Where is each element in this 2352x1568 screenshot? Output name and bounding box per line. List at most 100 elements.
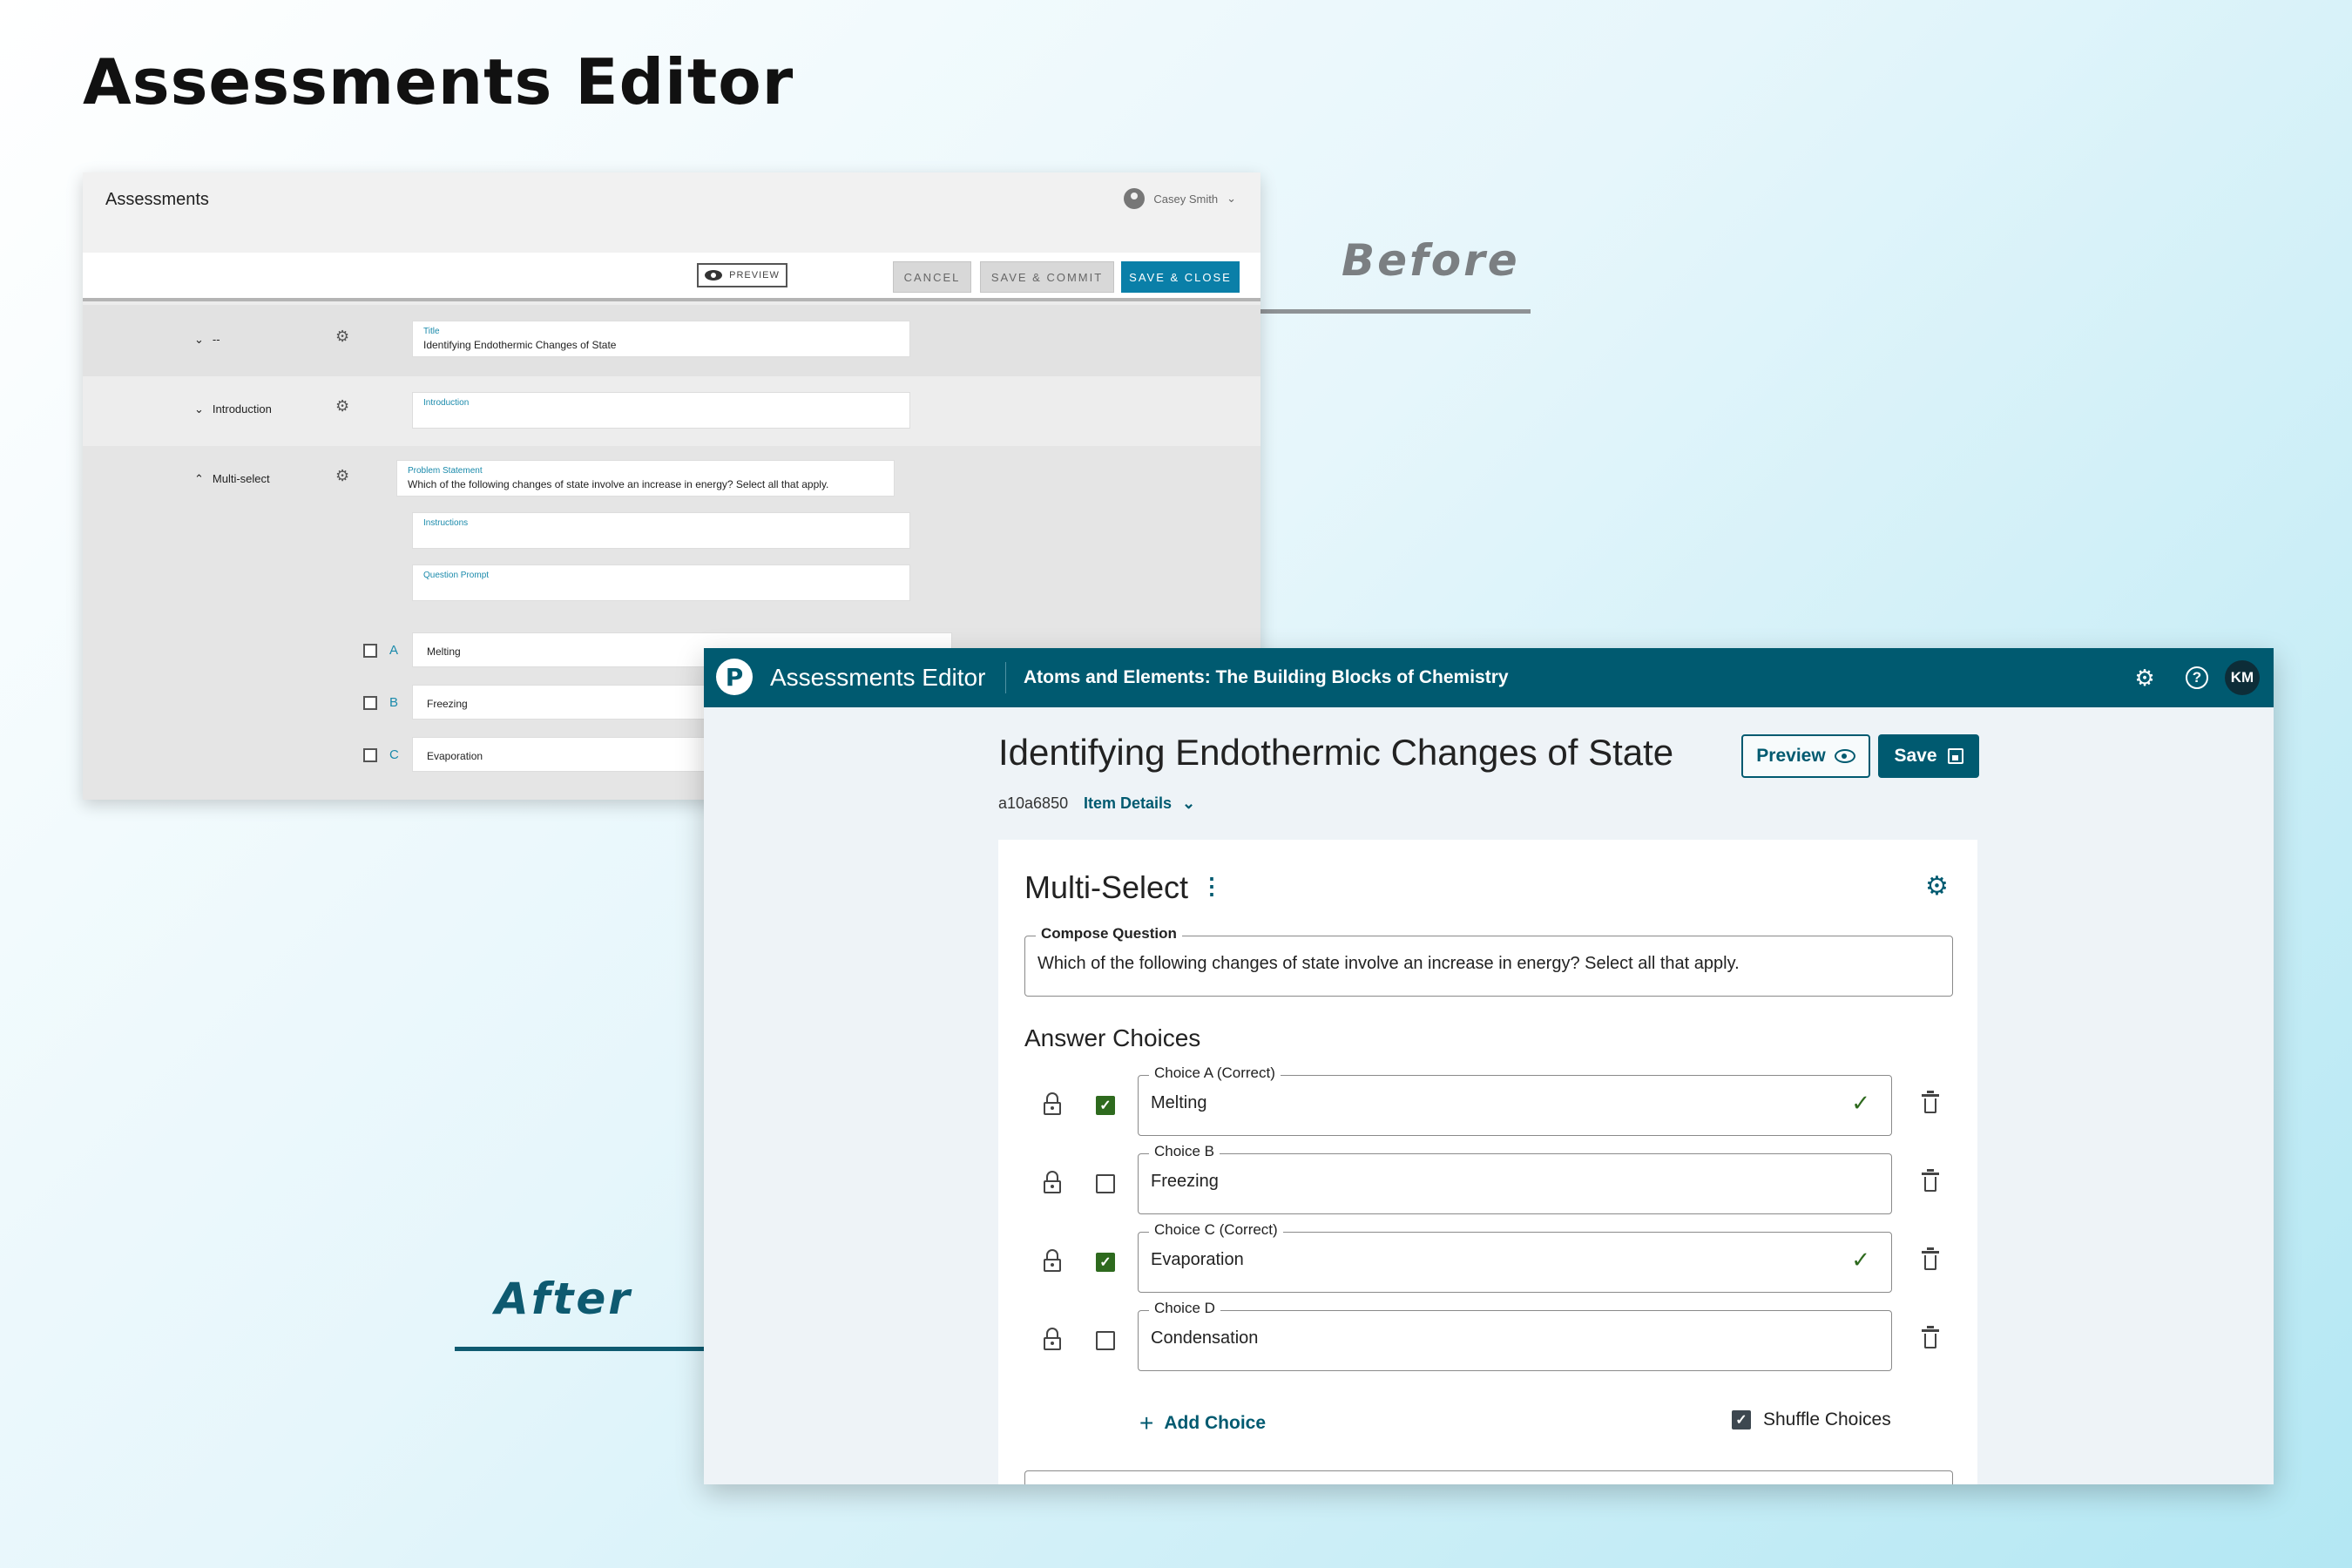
save-icon: [1947, 748, 1963, 764]
save-commit-button[interactable]: SAVE & COMMIT: [980, 261, 1114, 293]
preview-button[interactable]: Preview: [1741, 734, 1870, 778]
lock-icon[interactable]: [1044, 1171, 1061, 1193]
section-label: --: [212, 333, 220, 346]
choice-letter: C: [389, 747, 399, 762]
gear-icon[interactable]: ⚙: [335, 397, 349, 416]
item-details-label: Item Details: [1084, 794, 1173, 812]
lock-icon[interactable]: [1044, 1328, 1061, 1350]
top-nav: P Assessments Editor Atoms and Elements:…: [704, 648, 2274, 707]
item-title: Identifying Endothermic Changes of State: [998, 732, 1674, 773]
help-icon[interactable]: ?: [2181, 662, 2213, 693]
after-window: P Assessments Editor Atoms and Elements:…: [704, 648, 2274, 1484]
question-settings-gear-icon[interactable]: ⚙: [1925, 871, 1949, 902]
section-toggle-introduction[interactable]: ⌄ Introduction: [194, 402, 272, 416]
field-label: Instructions: [423, 518, 469, 528]
choice-a-row: A: [363, 643, 398, 658]
section-label: Multi-select: [212, 472, 270, 485]
trash-icon[interactable]: [1922, 1169, 1939, 1193]
field-value: Melting: [1151, 1093, 1207, 1112]
plus-icon: +: [1139, 1409, 1154, 1436]
before-app-title: Assessments: [105, 190, 209, 209]
correct-checkbox[interactable]: ✓: [1096, 1253, 1115, 1272]
problem-statement-field[interactable]: Problem Statement Which of the following…: [396, 460, 895, 497]
save-close-button[interactable]: SAVE & CLOSE: [1121, 261, 1240, 293]
course-title: Atoms and Elements: The Building Blocks …: [1024, 667, 1509, 687]
more-options-icon[interactable]: ⋮: [1200, 875, 1223, 897]
instructions-field[interactable]: Instructions: [412, 512, 910, 549]
correct-checkbox[interactable]: [1096, 1174, 1115, 1193]
field-label: Choice C (Correct): [1149, 1221, 1283, 1239]
choice-row-c: ✓ Choice C (Correct) Evaporation ✓: [998, 1221, 1977, 1293]
user-menu[interactable]: Casey Smith ⌄: [1124, 188, 1236, 209]
introduction-field[interactable]: Introduction: [412, 392, 910, 429]
user-name: Casey Smith: [1153, 192, 1219, 206]
chevron-down-icon: ⌄: [1227, 192, 1236, 205]
shuffle-checkbox[interactable]: ✓: [1732, 1410, 1751, 1429]
choice-c-row: C: [363, 747, 399, 762]
correct-checkbox[interactable]: ✓: [1096, 1096, 1115, 1115]
before-preview-button[interactable]: PREVIEW: [697, 263, 787, 287]
title-field[interactable]: Title Identifying Endothermic Changes of…: [412, 321, 910, 357]
chevron-down-icon: ⌄: [194, 402, 204, 416]
field-value: Condensation: [1151, 1328, 1259, 1348]
settings-gear-icon[interactable]: ⚙: [2129, 662, 2160, 693]
checkbox[interactable]: [363, 695, 377, 710]
before-tag: Before: [1342, 235, 1520, 286]
question-prompt-field[interactable]: Question Prompt: [412, 564, 910, 601]
field-label: Choice D: [1149, 1300, 1220, 1317]
section-toggle-title[interactable]: ⌄ --: [194, 333, 220, 347]
gear-icon[interactable]: ⚙: [335, 328, 349, 346]
choice-letter: A: [389, 643, 399, 658]
lock-icon[interactable]: [1044, 1092, 1061, 1115]
choice-row-b: Choice B Freezing: [998, 1143, 1977, 1214]
user-icon: [1124, 188, 1146, 209]
trash-icon[interactable]: [1922, 1326, 1939, 1350]
eye-icon: [1834, 749, 1855, 763]
field-label: Choice A (Correct): [1149, 1064, 1281, 1082]
save-button[interactable]: Save: [1878, 734, 1979, 778]
field-label: Compose Question: [1036, 925, 1182, 943]
section-row-introduction: ⌄ Introduction ⚙ Introduction: [83, 376, 1260, 446]
choice-row-d: Choice D Condensation: [998, 1300, 1977, 1371]
choice-field-c[interactable]: Choice C (Correct) Evaporation ✓: [1138, 1221, 1892, 1293]
avatar[interactable]: KM: [2225, 660, 2260, 695]
choice-field-d[interactable]: Choice D Condensation: [1138, 1300, 1892, 1371]
nav-divider: [1005, 662, 1006, 693]
choice-row-a: ✓ Choice A (Correct) Melting ✓: [998, 1064, 1977, 1136]
chevron-down-icon: ⌄: [194, 333, 204, 346]
add-choice-label: Add Choice: [1164, 1413, 1267, 1433]
pearson-logo[interactable]: P: [716, 659, 753, 695]
cancel-button[interactable]: CANCEL: [893, 261, 971, 293]
gear-icon[interactable]: ⚙: [335, 467, 349, 485]
before-tag-underline: [1259, 309, 1531, 314]
checkbox[interactable]: [363, 747, 377, 762]
shuffle-choices-toggle[interactable]: ✓ Shuffle Choices: [1732, 1409, 1891, 1430]
field-label: Title: [423, 327, 440, 336]
next-field-edge: [1024, 1470, 1953, 1484]
trash-icon[interactable]: [1922, 1091, 1939, 1115]
compose-question-field[interactable]: Compose Question Which of the following …: [1024, 925, 1953, 997]
question-card: Multi-Select ⋮ ⚙ Compose Question Which …: [998, 840, 1977, 1484]
before-toolbar: PREVIEW CANCEL SAVE & COMMIT SAVE & CLOS…: [83, 253, 1260, 301]
section-toggle-multiselect[interactable]: ⌃ Multi-select: [194, 472, 270, 486]
add-choice-button[interactable]: + Add Choice: [1139, 1409, 1266, 1437]
answer-choices-heading: Answer Choices: [1024, 1024, 1201, 1051]
lock-icon[interactable]: [1044, 1249, 1061, 1272]
checkbox[interactable]: [363, 643, 377, 658]
after-tag-underline: [455, 1347, 716, 1351]
trash-icon[interactable]: [1922, 1247, 1939, 1272]
item-id: a10a6850: [998, 794, 1069, 812]
section-label: Introduction: [212, 402, 272, 416]
field-value: Evaporation: [1151, 1250, 1244, 1269]
choice-field-b[interactable]: Choice B Freezing: [1138, 1143, 1892, 1214]
shuffle-label: Shuffle Choices: [1763, 1409, 1891, 1429]
check-icon: ✓: [1851, 1247, 1870, 1273]
choice-letter: B: [389, 695, 399, 710]
item-details-toggle[interactable]: Item Details ⌄: [1084, 794, 1195, 813]
choice-field-a[interactable]: Choice A (Correct) Melting ✓: [1138, 1064, 1892, 1136]
field-value: Which of the following changes of state …: [1037, 954, 1740, 973]
app-name: Assessments Editor: [770, 664, 986, 691]
eye-icon: [705, 270, 723, 280]
correct-checkbox[interactable]: [1096, 1331, 1115, 1350]
question-type: Multi-Select: [1024, 869, 1189, 905]
